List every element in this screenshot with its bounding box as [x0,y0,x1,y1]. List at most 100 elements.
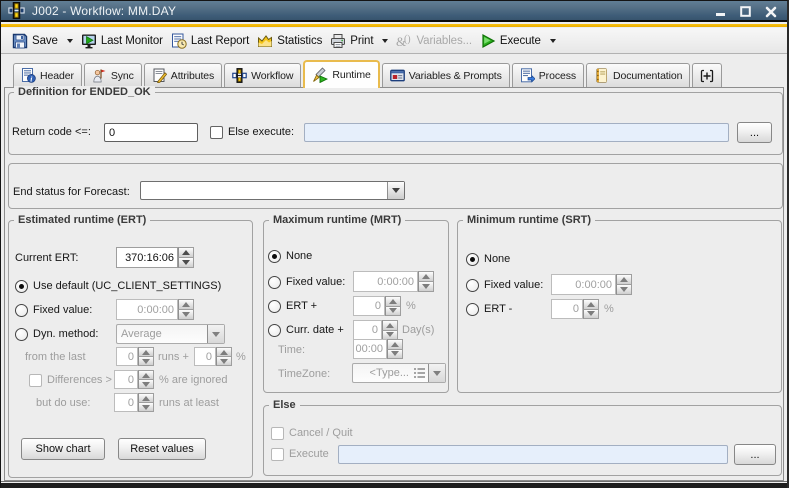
spin-down-button[interactable] [387,350,403,360]
tab-process[interactable]: Process [512,63,584,87]
else-group-browse-button[interactable]: ... [734,444,776,465]
show-chart-button[interactable]: Show chart [21,438,105,460]
forecast-combobox-button[interactable] [387,182,404,199]
current-ert-value[interactable]: 370:16:06 [116,247,178,268]
maximize-button[interactable] [739,5,752,18]
spin-down-button[interactable] [138,380,154,389]
monitor-icon [81,33,97,49]
tab-sync[interactable]: Sync [84,63,142,87]
tab-documentation[interactable]: Documentation [586,63,690,87]
spin-down-button[interactable] [178,310,194,320]
spin-down-button[interactable] [616,285,632,295]
srt-ert-minus-value[interactable]: 0 [551,299,583,319]
srt-none-radio[interactable] [466,253,479,266]
dyn-method-radio[interactable] [15,328,28,341]
mrt-curr-date-radio[interactable] [268,324,281,337]
dyn-method-combobox[interactable]: Average [116,324,225,344]
mrt-curr-date-row: Curr. date + [268,323,344,337]
from-last-runs-value[interactable]: 0 [116,347,138,366]
spin-down-button[interactable] [138,357,154,366]
ert-fixed-spinner[interactable]: 0:00:00 [116,299,194,320]
spin-down-button[interactable] [418,282,434,292]
minimize-button[interactable] [714,5,727,18]
from-last-runs-spinner[interactable]: 0 [116,347,154,366]
mrt-curr-date-value[interactable]: 0 [353,320,382,340]
mrt-ert-plus-radio[interactable] [268,300,281,313]
mrt-fixed-value[interactable]: 0:00:00 [353,271,418,292]
execute-dropdown-icon[interactable] [550,39,556,43]
else-group-execute-checkbox[interactable] [271,448,284,461]
spin-up-icon [620,277,628,282]
mrt-fixed-spinner[interactable]: 0:00:00 [353,271,434,292]
from-last-pct-value[interactable]: 0 [194,347,216,366]
srt-fixed-label: Fixed value: [484,279,543,291]
spin-up-button[interactable] [387,339,403,350]
else-group-execute-input[interactable] [338,445,728,464]
srt-fixed-radio[interactable] [466,279,479,292]
mrt-timezone-combobox-button[interactable] [428,364,445,382]
tab-variables-prompts[interactable]: Variables & Prompts [382,63,510,87]
from-last-pct-spinner[interactable]: 0 [194,347,232,366]
spin-up-button[interactable] [178,247,194,258]
tab-runtime[interactable]: Runtime [303,60,379,88]
current-ert-spinner[interactable]: 370:16:06 [116,247,194,268]
print-dropdown-icon[interactable] [382,39,388,43]
spin-down-button[interactable] [216,357,232,366]
last-report-button[interactable]: Last Report [168,31,252,51]
spin-up-button[interactable] [616,274,632,285]
spin-up-button[interactable] [138,393,154,403]
spin-up-button[interactable] [418,271,434,282]
spin-up-button[interactable] [138,347,154,357]
spin-down-button[interactable] [178,258,194,268]
spin-down-button[interactable] [138,403,154,412]
spin-up-button[interactable] [385,296,401,307]
tab-add[interactable] [692,63,722,87]
differences-checkbox[interactable] [29,374,42,387]
dyn-method-combobox-button[interactable] [207,325,224,343]
print-button[interactable]: Print [327,31,391,51]
cancel-quit-checkbox[interactable] [271,427,284,440]
spin-up-button[interactable] [178,299,194,310]
else-execute-input[interactable] [304,123,729,142]
butdo-spinner[interactable]: 0 [114,393,154,412]
spin-up-button[interactable] [583,299,599,310]
srt-fixed-value[interactable]: 0:00:00 [551,274,616,295]
save-dropdown-icon[interactable] [67,39,73,43]
else-execute-browse-button[interactable]: ... [737,122,772,143]
differences-spinner[interactable]: 0 [114,370,154,389]
forecast-combobox[interactable] [140,181,405,200]
tab-workflow[interactable]: Workflow [224,63,301,87]
mrt-timezone-combobox[interactable]: <Type... [352,363,446,383]
mrt-ert-plus-spinner[interactable]: 0 [353,296,401,316]
differences-value[interactable]: 0 [114,370,138,389]
mrt-fixed-radio[interactable] [268,276,281,289]
butdo-value[interactable]: 0 [114,393,138,412]
tab-attributes[interactable]: Attributes [144,63,222,87]
mrt-time-value[interactable]: 00:00 [353,339,387,359]
else-execute-checkbox[interactable] [210,126,223,139]
reset-values-button[interactable]: Reset values [118,438,206,460]
save-button[interactable]: Save [9,31,76,51]
mrt-none-row: None [268,249,312,263]
close-button[interactable] [764,5,777,18]
spin-up-button[interactable] [382,320,398,331]
use-default-radio[interactable] [15,280,28,293]
execute-button[interactable]: Execute [477,31,559,51]
mrt-ert-plus-value[interactable]: 0 [353,296,385,316]
return-code-input[interactable] [104,123,198,142]
mrt-time-spinner[interactable]: 00:00 [353,339,403,359]
mrt-none-radio[interactable] [268,250,281,263]
mrt-curr-date-spinner[interactable]: 0 [353,320,398,340]
srt-ert-minus-radio[interactable] [466,303,479,316]
srt-ert-minus-spinner[interactable]: 0 [551,299,599,319]
spin-up-button[interactable] [138,370,154,380]
last-monitor-button[interactable]: Last Monitor [78,31,166,51]
ert-fixed-value[interactable]: 0:00:00 [116,299,178,320]
spin-down-button[interactable] [583,310,599,320]
spin-up-button[interactable] [216,347,232,357]
ert-fixed-radio[interactable] [15,304,28,317]
srt-fixed-spinner[interactable]: 0:00:00 [551,274,632,295]
tab-header[interactable]: i Header [13,63,82,87]
statistics-button[interactable]: Statistics [254,31,325,51]
spin-down-button[interactable] [385,307,401,317]
